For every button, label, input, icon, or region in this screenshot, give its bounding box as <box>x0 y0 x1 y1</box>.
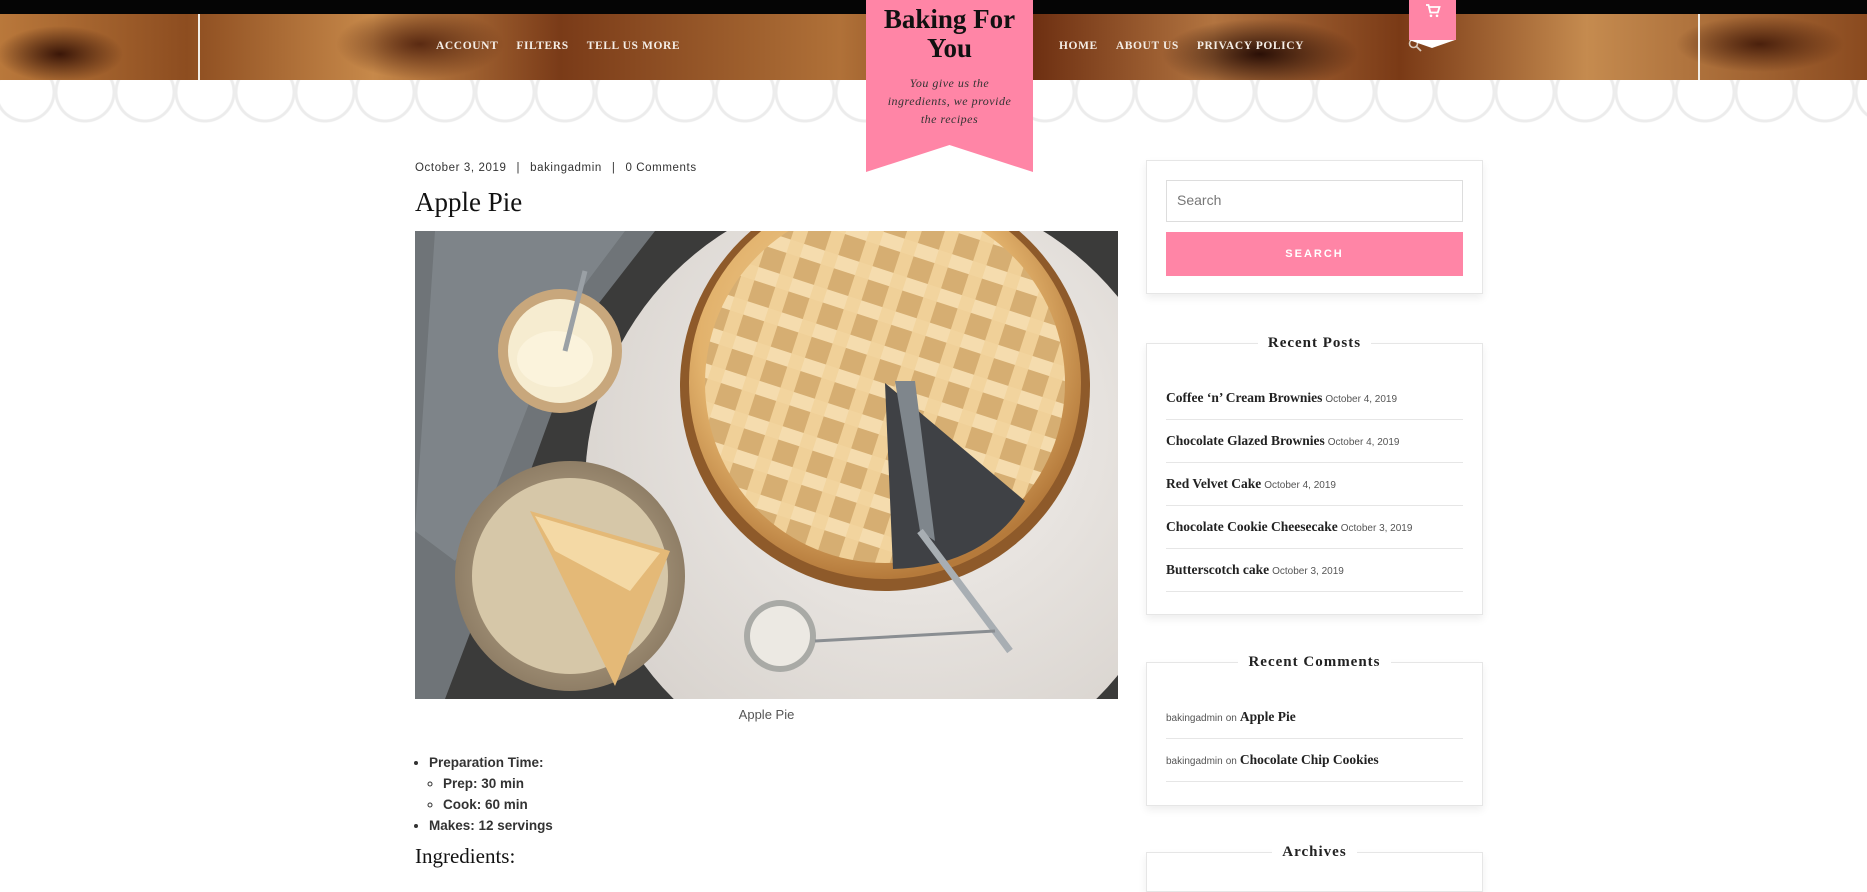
nav-tell-us-more[interactable]: TELL US MORE <box>587 40 680 52</box>
recent-post-link[interactable]: Chocolate Cookie Cheesecake <box>1166 519 1338 534</box>
search-input[interactable]: Search <box>1166 180 1463 222</box>
list-item: bakingadmin on Chocolate Chip Cookies <box>1166 739 1463 782</box>
recent-comments-title: Recent Comments <box>1238 654 1391 670</box>
list-item: Coffee ‘n’ Cream Brownies October 4, 2019 <box>1166 377 1463 420</box>
recent-post-link[interactable]: Chocolate Glazed Brownies <box>1166 433 1325 448</box>
archives-widget: Archives <box>1146 844 1483 892</box>
nav-home[interactable]: HOME <box>1059 40 1098 52</box>
recent-post-link[interactable]: Coffee ‘n’ Cream Brownies <box>1166 390 1322 405</box>
nav-left: ACCOUNT FILTERS TELL US MORE <box>436 40 680 52</box>
cart-button[interactable] <box>1409 0 1456 48</box>
recent-post-link[interactable]: Red Velvet Cake <box>1166 476 1261 491</box>
list-item: bakingadmin on Apple Pie <box>1166 696 1463 739</box>
comment-author: bakingadmin <box>1166 756 1223 767</box>
nav-right: HOME ABOUT US PRIVACY POLICY <box>1059 40 1304 52</box>
comment-on: on <box>1225 756 1237 767</box>
search-widget: Search SEARCH <box>1146 160 1483 294</box>
recent-post-date: October 3, 2019 <box>1340 523 1413 534</box>
image-caption: Apple Pie <box>738 707 795 722</box>
post-date[interactable]: October 3, 2019 <box>415 162 506 174</box>
prep-time-label: Preparation Time: <box>429 755 544 770</box>
widget-title: Archives <box>1147 843 1482 861</box>
site-logo-banner[interactable]: Baking For You You give us the ingredien… <box>866 0 1033 172</box>
recent-comments-list: bakingadmin on Apple Pie bakingadmin on Choc… <box>1166 696 1463 782</box>
list-item: Red Velvet Cake October 4, 2019 <box>1166 463 1463 506</box>
recent-post-date: October 4, 2019 <box>1264 480 1336 491</box>
nav-privacy-policy[interactable]: PRIVACY POLICY <box>1197 40 1304 52</box>
image-seam <box>1698 14 1700 80</box>
recent-posts-list: Coffee ‘n’ Cream Brownies October 4, 2019… <box>1166 377 1463 592</box>
ingredients-heading: Ingredients: <box>415 844 516 868</box>
comment-on: on <box>1225 713 1237 724</box>
recent-comments-widget: Recent Comments bakingadmin on Apple Pie b… <box>1146 654 1483 806</box>
nav-account[interactable]: ACCOUNT <box>436 40 498 52</box>
cart-icon <box>1425 4 1441 18</box>
search-button[interactable]: SEARCH <box>1166 232 1463 276</box>
recent-post-link[interactable]: Butterscotch cake <box>1166 562 1269 577</box>
comment-post-link[interactable]: Chocolate Chip Cookies <box>1240 752 1379 767</box>
recent-posts-widget: Recent Posts Coffee ‘n’ Cream Brownies Oc… <box>1146 335 1483 615</box>
list-item: Chocolate Glazed Brownies October 4, 2019 <box>1166 420 1463 463</box>
comment-post-link[interactable]: Apple Pie <box>1240 709 1296 724</box>
list-item: Preparation Time: Prep: 30 min Cook: 60 … <box>429 752 553 815</box>
recent-post-date: October 4, 2019 <box>1327 437 1400 448</box>
meta-separator: | <box>516 162 521 174</box>
site-title[interactable]: Baking For You <box>866 5 1033 63</box>
meta-separator: | <box>611 162 616 174</box>
recent-posts-title: Recent Posts <box>1257 335 1372 351</box>
image-seam <box>198 14 200 80</box>
servings: Makes: 12 servings <box>429 815 553 836</box>
nav-about-us[interactable]: ABOUT US <box>1116 40 1179 52</box>
cook-time: Cook: 60 min <box>443 794 553 815</box>
recent-post-date: October 4, 2019 <box>1325 394 1398 405</box>
widget-title: Recent Comments <box>1147 653 1482 671</box>
list-item: Chocolate Cookie Cheesecake October 3, 20… <box>1166 506 1463 549</box>
post-title: Apple Pie <box>415 187 523 217</box>
nav-filters[interactable]: FILTERS <box>516 40 568 52</box>
widget-title: Recent Posts <box>1147 334 1482 352</box>
list-item: Butterscotch cake October 3, 2019 <box>1166 549 1463 592</box>
recipe-details: Preparation Time: Prep: 30 min Cook: 60 … <box>415 752 553 836</box>
post-author[interactable]: bakingadmin <box>530 162 602 174</box>
post-comments-link[interactable]: 0 Comments <box>625 162 696 174</box>
post-meta: October 3, 2019 | bakingadmin | 0 Comments <box>415 162 697 174</box>
site-tagline: You give us the ingredients, we provide … <box>887 76 1012 126</box>
comment-author: bakingadmin <box>1166 713 1223 724</box>
archives-title: Archives <box>1272 844 1357 860</box>
post-featured-image[interactable] <box>415 231 1118 699</box>
prep-time: Prep: 30 min <box>443 773 553 794</box>
recent-post-date: October 3, 2019 <box>1272 566 1344 577</box>
